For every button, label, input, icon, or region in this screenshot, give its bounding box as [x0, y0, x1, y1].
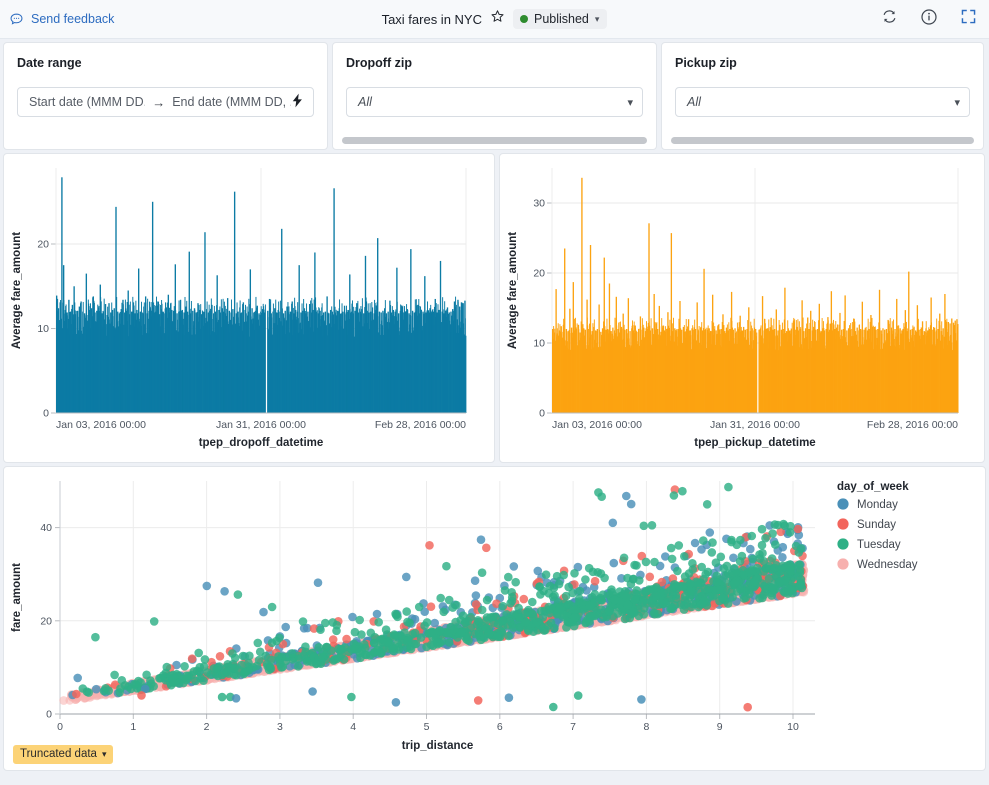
svg-text:Average fare_amount: Average fare_amount: [11, 232, 23, 349]
date-range-input[interactable]: Start date (MMM DD... → End date (MMM DD…: [17, 87, 314, 117]
svg-text:Jan 03, 2016 00:00: Jan 03, 2016 00:00: [56, 419, 146, 431]
top-bar: Send feedback Taxi fares in NYC Publishe…: [0, 0, 989, 39]
filter-label-date-range: Date range: [17, 56, 82, 70]
dropoff-zip-select[interactable]: All ▾: [346, 87, 643, 117]
pickup-zip-select[interactable]: All ▾: [675, 87, 970, 117]
svg-text:10: 10: [37, 323, 49, 335]
svg-text:Jan 31, 2016 00:00: Jan 31, 2016 00:00: [216, 419, 306, 431]
svg-text:20: 20: [40, 615, 52, 627]
legend-dot-monday: [837, 498, 849, 510]
chevron-down-icon[interactable]: ▾: [627, 96, 633, 109]
dropoff-zip-scrollbar[interactable]: [342, 137, 647, 144]
chart-card-pickup: 0 10 20 30 Jan 03, 2016 00:00 Jan 31, 2016 00…: [499, 153, 985, 463]
svg-text:0: 0: [46, 709, 52, 721]
dropoff-zip-value: All: [358, 95, 372, 109]
dropoff-bar-chart[interactable]: 0 10 20 Jan 03, 2016 00:00 Jan 31, 2016 00:0…: [4, 154, 494, 463]
svg-text:6: 6: [497, 721, 503, 733]
svg-text:10: 10: [533, 338, 545, 350]
svg-text:0: 0: [539, 408, 545, 420]
pickup-zip-value: All: [687, 95, 701, 109]
svg-text:tpep_dropoff_datetime: tpep_dropoff_datetime: [199, 437, 324, 449]
arrow-right-icon: →: [152, 94, 166, 110]
svg-text:30: 30: [533, 198, 545, 210]
page-title: Taxi fares in NYC: [381, 11, 482, 27]
svg-text:2: 2: [204, 721, 210, 733]
svg-text:8: 8: [643, 721, 649, 733]
svg-text:40: 40: [40, 522, 52, 534]
chevron-down-icon[interactable]: ▾: [102, 749, 107, 760]
truncated-data-badge[interactable]: Truncated data ▾: [13, 745, 114, 764]
chevron-down-icon[interactable]: ▾: [954, 96, 960, 109]
bar-chart-row: 0 10 20 Jan 03, 2016 00:00 Jan 31, 2016 00:0…: [0, 150, 989, 463]
filter-row: Date range Start date (MMM DD... → End d…: [0, 39, 989, 150]
status-dot-icon: [519, 15, 528, 23]
svg-text:0: 0: [57, 721, 63, 733]
lightning-bolt-icon[interactable]: [291, 93, 304, 111]
legend-dot-tuesday: [837, 538, 849, 550]
legend-dot-sunday: [837, 518, 849, 530]
svg-text:20: 20: [37, 239, 49, 251]
filter-card-date-range: Date range Start date (MMM DD... → End d…: [3, 42, 328, 150]
filter-label-dropoff-zip: Dropoff zip: [346, 56, 412, 70]
filter-card-pickup-zip: Pickup zip All ▾: [661, 42, 984, 150]
svg-text:10: 10: [787, 721, 799, 733]
svg-text:Jan 31, 2016 00:00: Jan 31, 2016 00:00: [710, 419, 800, 431]
chart-card-scatter: 0 20 40 0 1 2 3 4 5 6 7 8 9 10 trip_distance fare_amoun…: [3, 466, 986, 771]
svg-text:0: 0: [43, 408, 49, 420]
svg-text:tpep_pickup_datetime: tpep_pickup_datetime: [694, 437, 815, 449]
svg-text:4: 4: [350, 721, 356, 733]
filter-card-dropoff-zip: Dropoff zip All ▾: [332, 42, 657, 150]
star-icon[interactable]: [490, 9, 505, 29]
start-date-placeholder: Start date (MMM DD...: [29, 95, 146, 109]
svg-text:7: 7: [570, 721, 576, 733]
svg-text:Feb 28, 2016 00:00: Feb 28, 2016 00:00: [375, 419, 466, 431]
scatter-chart-row: 0 20 40 0 1 2 3 4 5 6 7 8 9 10 trip_distance fare_amoun…: [0, 463, 989, 771]
end-date-placeholder: End date (MMM DD, ...: [172, 95, 291, 109]
status-label: Published: [533, 12, 589, 26]
legend-dot-wednesday: [837, 558, 849, 570]
svg-text:1: 1: [130, 721, 136, 733]
chevron-down-icon[interactable]: ▾: [595, 14, 600, 25]
svg-text:Average fare_amount: Average fare_amount: [507, 232, 519, 349]
dashboard-title-group: Taxi fares in NYC Published ▾: [0, 9, 989, 29]
status-badge[interactable]: Published ▾: [512, 9, 608, 29]
filter-label-pickup-zip: Pickup zip: [675, 56, 737, 70]
svg-text:Feb 28, 2016 00:00: Feb 28, 2016 00:00: [867, 419, 958, 431]
pickup-bar-chart[interactable]: 0 10 20 30 Jan 03, 2016 00:00 Jan 31, 2016 00…: [500, 154, 984, 463]
svg-text:Jan 03, 2016 00:00: Jan 03, 2016 00:00: [552, 419, 642, 431]
truncated-data-label: Truncated data: [20, 748, 97, 760]
svg-text:20: 20: [533, 268, 545, 280]
svg-text:5: 5: [424, 721, 430, 733]
pickup-zip-scrollbar[interactable]: [671, 137, 974, 144]
fare-vs-distance-scatter[interactable]: 020400 1 2 3 4 5 6 7 8 9 10trip_distancefare_amoun…: [4, 467, 985, 770]
chart-card-dropoff: 0 10 20 Jan 03, 2016 00:00 Jan 31, 2016 00:0…: [3, 153, 495, 463]
svg-text:3: 3: [277, 721, 283, 733]
svg-text:9: 9: [717, 721, 723, 733]
